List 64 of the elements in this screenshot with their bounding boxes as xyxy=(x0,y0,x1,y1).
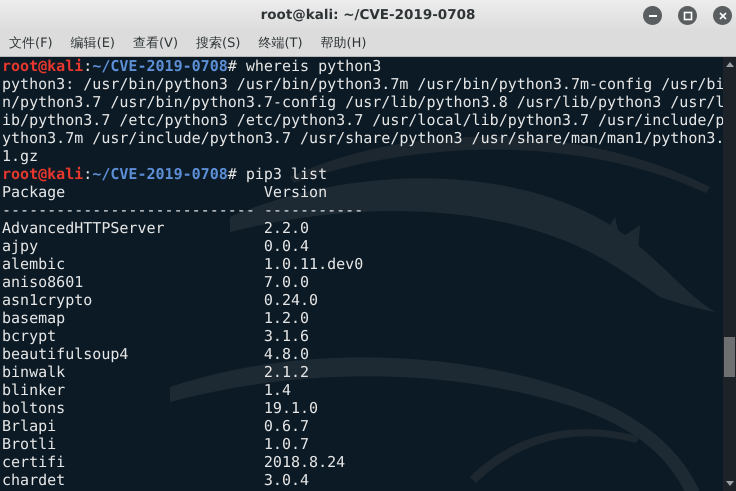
package-version: 4.8.0 xyxy=(264,345,310,363)
package-name: bcrypt xyxy=(2,327,58,345)
package-name: certifi xyxy=(2,453,66,471)
package-name: boltons xyxy=(2,399,66,417)
maximize-icon xyxy=(682,10,694,22)
package-name: aniso8601 xyxy=(2,273,84,291)
package-name: ---------------------------- xyxy=(2,201,256,219)
close-icon xyxy=(716,10,728,22)
output-line: n/python3.7 /usr/bin/python3.7-config /usr/lib/python3.8 /usr/lib/python3 /usr/l xyxy=(2,93,723,111)
command-text: pip3 list xyxy=(246,165,328,183)
scroll-up-arrow-icon[interactable] xyxy=(726,62,734,67)
menu-item[interactable]: 编辑(E) xyxy=(66,34,120,52)
package-version: 1.4 xyxy=(264,381,291,399)
package-version: ----------- xyxy=(264,201,364,219)
package-version: 0.24.0 xyxy=(264,291,318,309)
package-name: basemap xyxy=(2,309,66,327)
package-version: 0.6.7 xyxy=(264,417,310,435)
package-version: 3.0.4 xyxy=(264,471,310,489)
prompt-symbol: # xyxy=(228,57,237,75)
scroll-down-arrow-icon[interactable] xyxy=(726,481,734,486)
output-line: 1.gz xyxy=(2,147,38,165)
minimize-button[interactable] xyxy=(643,6,662,25)
close-button[interactable] xyxy=(713,6,732,25)
prompt-user: root@kali xyxy=(2,165,84,183)
package-version: 2.2.0 xyxy=(264,219,310,237)
package-name: ajpy xyxy=(2,237,40,255)
prompt-separator: : xyxy=(83,57,92,75)
scrollbar[interactable] xyxy=(723,57,736,491)
package-version: 1.0.7 xyxy=(264,435,310,453)
menu-item[interactable]: 搜索(S) xyxy=(191,34,246,52)
menu-item[interactable]: 帮助(H) xyxy=(316,34,372,52)
menu-item[interactable]: 查看(V) xyxy=(128,34,184,52)
menu-item[interactable]: 终端(T) xyxy=(253,34,308,52)
output-line: ython3.7m /usr/include/python3.7 /usr/share/python3 /usr/share/man/man1/python3. xyxy=(2,129,723,147)
package-version: 7.0.0 xyxy=(264,273,310,291)
package-version: Version xyxy=(264,183,328,201)
package-name: alembic xyxy=(2,255,66,273)
command-text: whereis python3 xyxy=(246,57,382,75)
package-version: 19.1.0 xyxy=(264,399,318,417)
package-version: 1.0.11.dev0 xyxy=(264,255,364,273)
window-title: root@kali: ~/CVE-2019-0708 xyxy=(260,7,476,23)
output-line: python3: /usr/bin/python3 /usr/bin/python3.7m /usr/bin/python3.7m-config /usr/bi xyxy=(2,75,723,93)
prompt-separator: : xyxy=(83,165,92,183)
prompt-symbol: # xyxy=(228,165,237,183)
prompt-path: ~/CVE-2019-0708 xyxy=(92,57,228,75)
maximize-button[interactable] xyxy=(678,6,697,25)
scrollbar-thumb[interactable] xyxy=(724,337,735,377)
package-version: 0.0.4 xyxy=(264,237,310,255)
package-name: chardet xyxy=(2,471,66,489)
package-version: 3.1.6 xyxy=(264,327,310,345)
package-version: 1.2.0 xyxy=(264,309,310,327)
package-name: AdvancedHTTPServer xyxy=(2,219,166,237)
package-name: beautifulsoup4 xyxy=(2,345,130,363)
prompt-path: ~/CVE-2019-0708 xyxy=(92,165,228,183)
menu-item[interactable]: 文件(F) xyxy=(4,34,58,52)
package-version: 2018.8.24 xyxy=(264,453,346,471)
package-name: Package xyxy=(2,183,66,201)
package-version: 2.1.2 xyxy=(264,363,310,381)
prompt-user: root@kali xyxy=(2,57,84,75)
package-name: Brotli xyxy=(2,435,58,453)
package-name: blinker xyxy=(2,381,66,399)
package-name: binwalk xyxy=(2,363,66,381)
package-name: asn1crypto xyxy=(2,291,94,309)
package-name: Brlapi xyxy=(2,417,58,435)
